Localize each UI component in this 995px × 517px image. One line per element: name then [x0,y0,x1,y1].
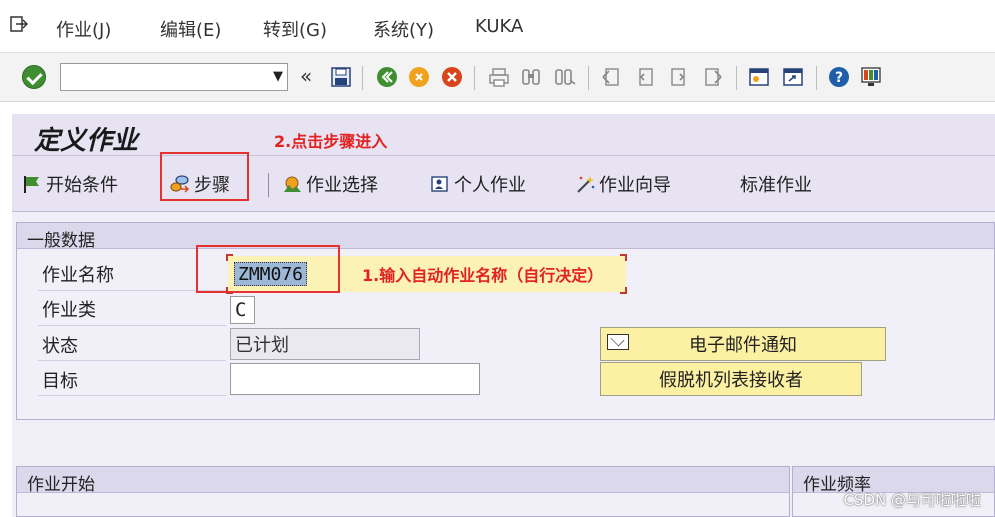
toolbar-divider [816,66,817,90]
job-start-title: 作业开始 [27,475,95,495]
target-field[interactable] [230,363,480,395]
flag-icon [24,176,39,193]
next-page-icon[interactable] [668,66,690,88]
job-class-field[interactable]: C [230,296,255,324]
enter-check-icon[interactable] [22,65,46,89]
magic-wand-icon [577,176,595,193]
exit-icon[interactable] [408,66,430,88]
job-class-label: 作业类 [42,300,96,321]
page-title: 定义作业 [34,126,139,156]
highlight-box-job-name [196,245,340,293]
back-icon[interactable] [376,66,398,88]
row-divider [38,395,226,396]
toolbar-divider [588,66,589,90]
annotation-step2: 2.点击步骤进入 [274,132,388,151]
menu-exit-icon[interactable] [10,16,28,32]
job-wizard-button[interactable]: 作业向导 [575,171,671,197]
job-selection-label: 作业选择 [306,175,378,196]
job-class-value: C [235,299,247,321]
save-icon[interactable] [330,66,352,88]
target-label: 目标 [42,371,78,392]
job-start-header: 作业开始 [17,467,789,495]
status-value: 已计划 [235,335,289,356]
help-icon[interactable]: ? [828,66,850,88]
new-session-icon[interactable] [748,66,770,88]
general-data-header: 一般数据 [17,223,994,251]
job-wizard-label: 作业向导 [599,175,671,196]
email-notification-label: 电子邮件通知 [689,335,797,356]
general-data-title: 一般数据 [27,231,95,251]
row-divider [38,360,226,361]
print-icon[interactable] [488,66,510,88]
email-notification-button[interactable]: 电子邮件通知 [600,327,886,361]
field-corner-marker [620,254,627,261]
field-corner-marker [620,287,627,294]
person-icon [431,176,448,192]
annotation-step1: 1.输入自动作业名称（自行决定） [362,266,604,285]
spool-list-recipient-button[interactable]: 假脱机列表接收者 [600,362,862,396]
command-field[interactable]: ▼ [60,63,288,91]
menu-kuka[interactable]: KUKA [475,16,523,37]
first-page-icon[interactable] [600,66,622,88]
app-toolbar-divider [268,173,269,197]
customize-layout-icon[interactable] [860,66,882,88]
cancel-icon[interactable] [441,66,463,88]
highlight-box-steps [160,152,249,201]
find-next-icon[interactable] [554,66,576,88]
toolbar-divider [362,66,363,90]
toolbar-divider [736,66,737,90]
toolbar-divider [474,66,475,90]
menu-bar: 作业(J) 编辑(E) 转到(G) 系统(Y) KUKA [0,0,995,52]
collapse-icon[interactable]: « [300,64,312,88]
job-selection-button[interactable]: 作业选择 [282,171,378,197]
svg-text:?: ? [835,70,843,86]
menu-system[interactable]: 系统(Y) [373,16,434,42]
chevron-down-icon[interactable]: ▼ [273,69,283,84]
spool-list-recipient-label: 假脱机列表接收者 [659,370,803,391]
status-field: 已计划 [230,328,420,360]
status-label: 状态 [42,336,78,357]
shortcut-icon[interactable] [782,66,804,88]
standard-jobs-label: 标准作业 [740,175,812,196]
last-page-icon[interactable] [702,66,724,88]
standard-toolbar: ▼ « ? [0,52,995,102]
menu-edit[interactable]: 编辑(E) [160,16,221,42]
job-start-group: 作业开始 [16,466,790,517]
title-bar: 定义作业 2.点击步骤进入 [12,114,995,156]
menu-job[interactable]: 作业(J) [56,16,111,42]
find-icon[interactable] [520,66,542,88]
own-jobs-label: 个人作业 [454,175,526,196]
row-divider [38,325,226,326]
watermark: CSDN @与可啦啦啦 [843,491,981,509]
start-condition-label: 开始条件 [46,175,118,196]
envelope-icon [607,334,629,350]
own-jobs-button[interactable]: 个人作业 [430,171,526,197]
start-condition-button[interactable]: 开始条件 [22,171,118,197]
menu-goto[interactable]: 转到(G) [263,16,327,42]
title-spacer [0,102,995,114]
standard-jobs-button[interactable]: 标准作业 [740,171,812,197]
job-selection-icon [284,176,301,192]
previous-page-icon[interactable] [634,66,656,88]
job-name-label: 作业名称 [42,265,114,286]
